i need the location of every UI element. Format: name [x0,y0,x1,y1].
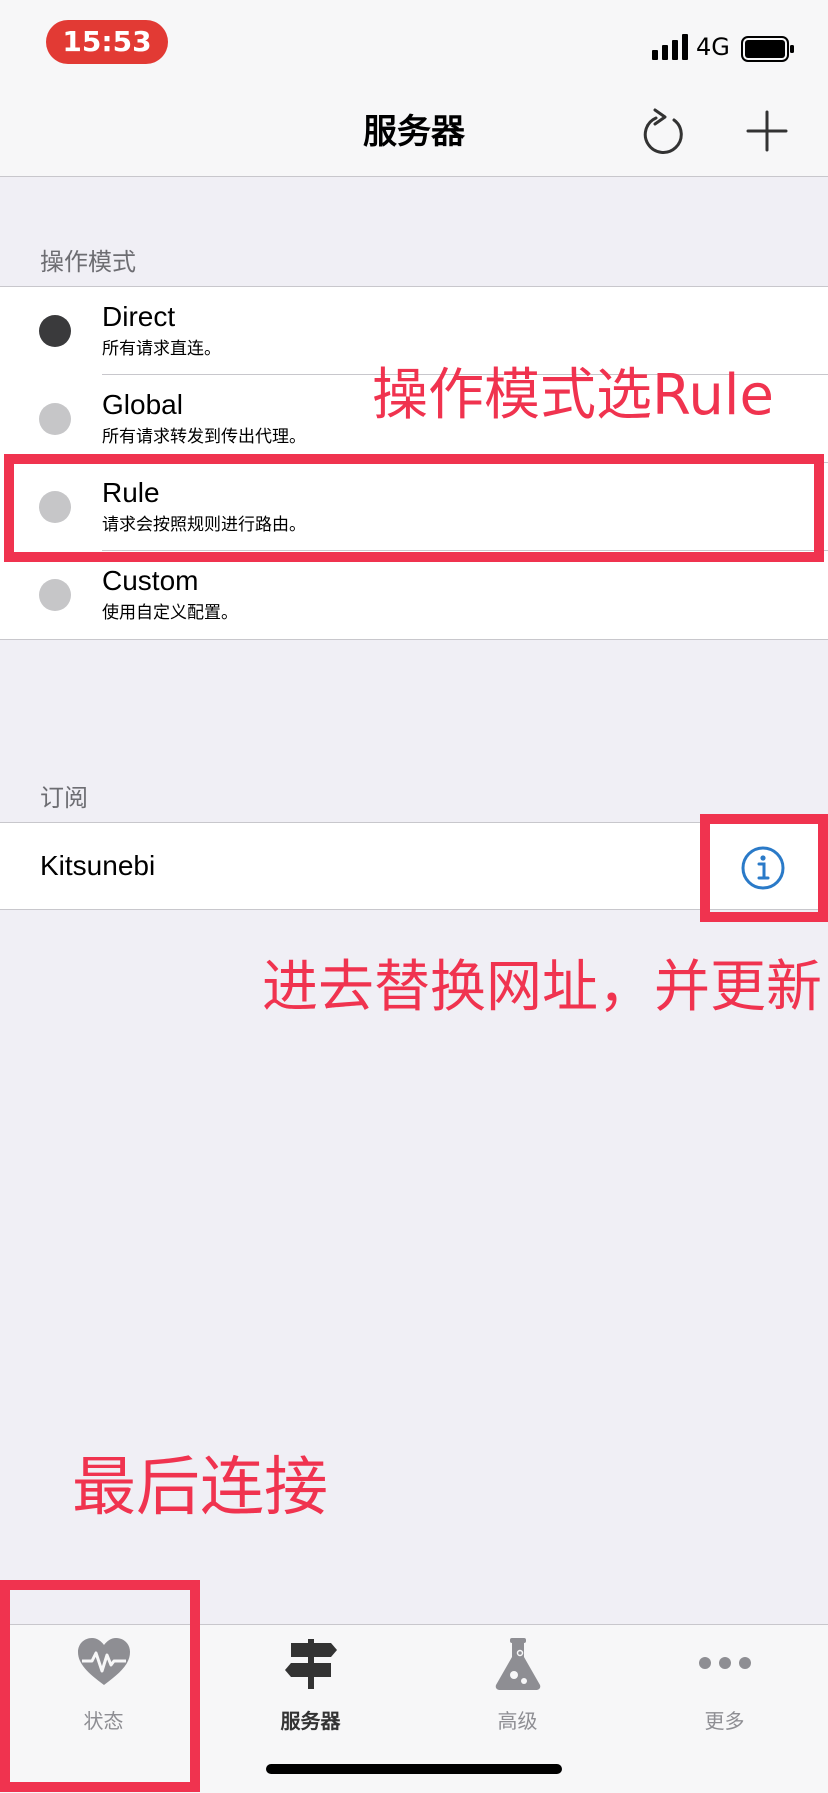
mode-title: Direct [102,301,176,332]
annotation-rule-note: 操作模式选Rule [372,363,774,428]
navigation-bar: 服务器 [0,88,828,177]
radio-unselected-icon [39,579,71,611]
battery-icon [741,36,794,62]
mode-title: Global [102,389,183,420]
status-time: 15:53 [46,20,168,64]
mode-subtitle: 使用自定义配置。 [102,603,238,623]
annotation-box-rule [4,454,824,562]
flask-icon [495,1638,541,1690]
annotation-subscription-note: 进去替换网址，并更新 [262,955,822,1020]
network-type: 4G [696,33,730,61]
signpost-icon [285,1639,337,1689]
radio-selected-icon [39,315,71,347]
tab-advanced[interactable]: 高级 [414,1625,621,1735]
annotation-box-info [700,814,828,922]
mode-item-custom[interactable]: Custom 使用自定义配置。 [0,551,828,639]
mode-subtitle: 所有请求直连。 [102,339,221,359]
tab-server[interactable]: 服务器 [207,1625,414,1735]
tab-label: 服务器 [280,1709,341,1733]
mode-title: Custom [102,565,199,596]
home-indicator [266,1764,562,1774]
subscription-section-header: 订阅 [40,784,88,812]
mode-section-header: 操作模式 [40,248,136,276]
tab-label: 高级 [497,1709,538,1733]
status-bar: 15:53 4G [0,0,828,88]
annotation-box-status-tab [0,1580,200,1792]
mode-subtitle: 所有请求转发到传出代理。 [102,427,306,447]
refresh-icon[interactable] [638,104,686,158]
tab-label: 更多 [704,1709,745,1733]
mode-item-direct[interactable]: Direct 所有请求直连。 [0,287,828,375]
add-icon[interactable] [746,110,788,152]
subscription-name: Kitsunebi [40,850,156,881]
tab-more[interactable]: 更多 [621,1625,828,1735]
more-dots-icon [699,1657,751,1669]
page-title: 服务器 [363,112,465,152]
annotation-connect-note: 最后连接 [72,1451,328,1525]
signal-icon [652,34,688,60]
radio-unselected-icon [39,403,71,435]
